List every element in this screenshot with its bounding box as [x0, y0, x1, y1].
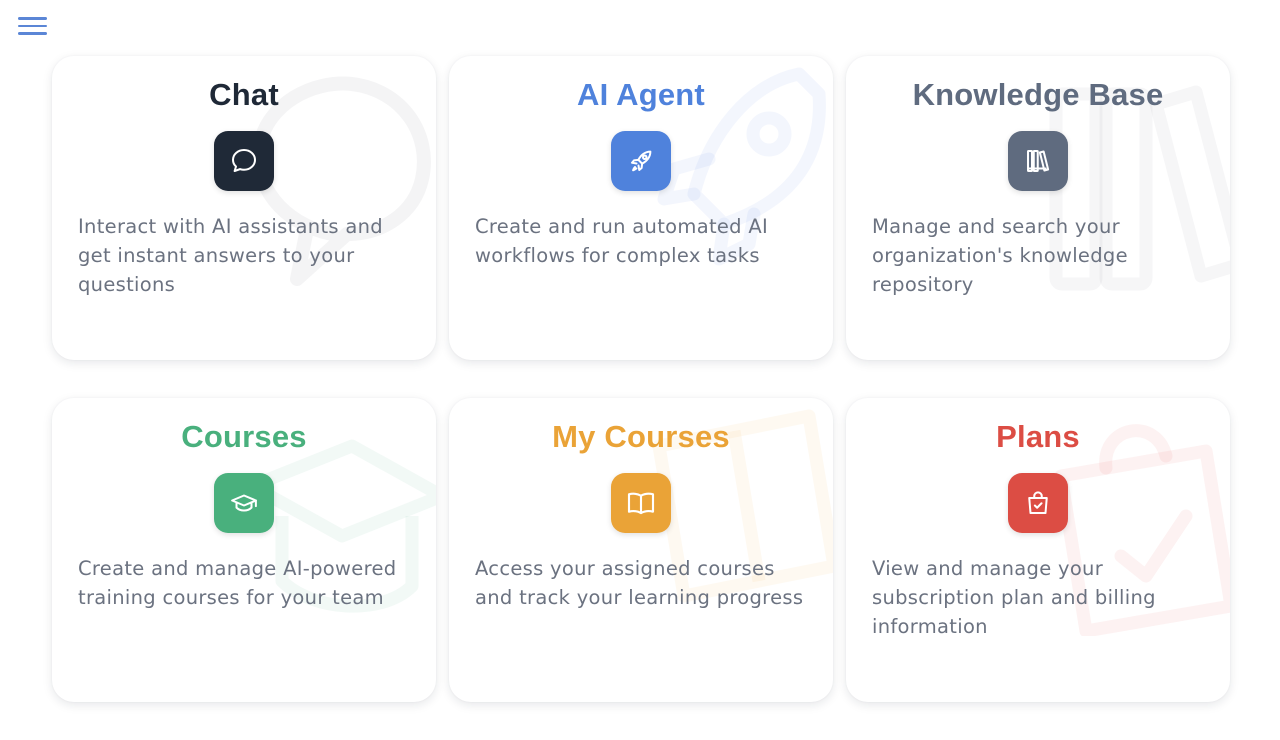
card-chat[interactable]: Chat Interact with AI assistants and get… — [52, 56, 436, 360]
card-title: Chat — [209, 77, 279, 112]
library-books-icon — [1027, 150, 1050, 172]
card-knowledge-base[interactable]: Knowledge Base Manage and search your or… — [846, 56, 1230, 360]
card-courses[interactable]: Courses Create and manage AI-powered tra… — [52, 398, 436, 702]
card-description: Access your assigned courses and track y… — [475, 557, 804, 609]
card-title: Courses — [181, 419, 307, 454]
card-my-courses[interactable]: My Courses Access your assigned courses … — [449, 398, 833, 702]
rocket-icon — [631, 150, 652, 172]
card-title: Knowledge Base — [912, 77, 1164, 112]
hamburger-menu-icon[interactable] — [16, 14, 48, 38]
card-description: Interact with AI assistants and get inst… — [78, 215, 383, 296]
shopping-bag-icon-box — [1008, 473, 1068, 533]
card-description: Create and run automated AI workflows fo… — [475, 215, 769, 267]
card-title: My Courses — [552, 419, 730, 454]
library-icon-box — [1008, 131, 1068, 191]
graduation-cap-icon — [231, 494, 257, 512]
card-plans[interactable]: Plans View and manage your subscription … — [846, 398, 1230, 702]
shopping-bag-check-icon — [1028, 491, 1048, 514]
card-description: Manage and search your organization's kn… — [872, 215, 1128, 296]
chat-bubble-icon — [232, 149, 256, 172]
feature-grid: Chat Interact with AI assistants and get… — [52, 56, 1230, 702]
graduation-cap-icon-box — [214, 473, 274, 533]
open-book-icon — [627, 492, 655, 515]
card-description: Create and manage AI-powered training co… — [78, 557, 397, 609]
open-book-icon-box — [611, 473, 671, 533]
card-title: Plans — [996, 419, 1080, 454]
rocket-icon-box — [611, 131, 671, 191]
card-ai-agent[interactable]: AI Agent Create and run automated AI wor… — [449, 56, 833, 360]
chat-icon-box — [214, 131, 274, 191]
card-description: View and manage your subscription plan a… — [872, 557, 1156, 638]
card-title: AI Agent — [577, 77, 705, 112]
